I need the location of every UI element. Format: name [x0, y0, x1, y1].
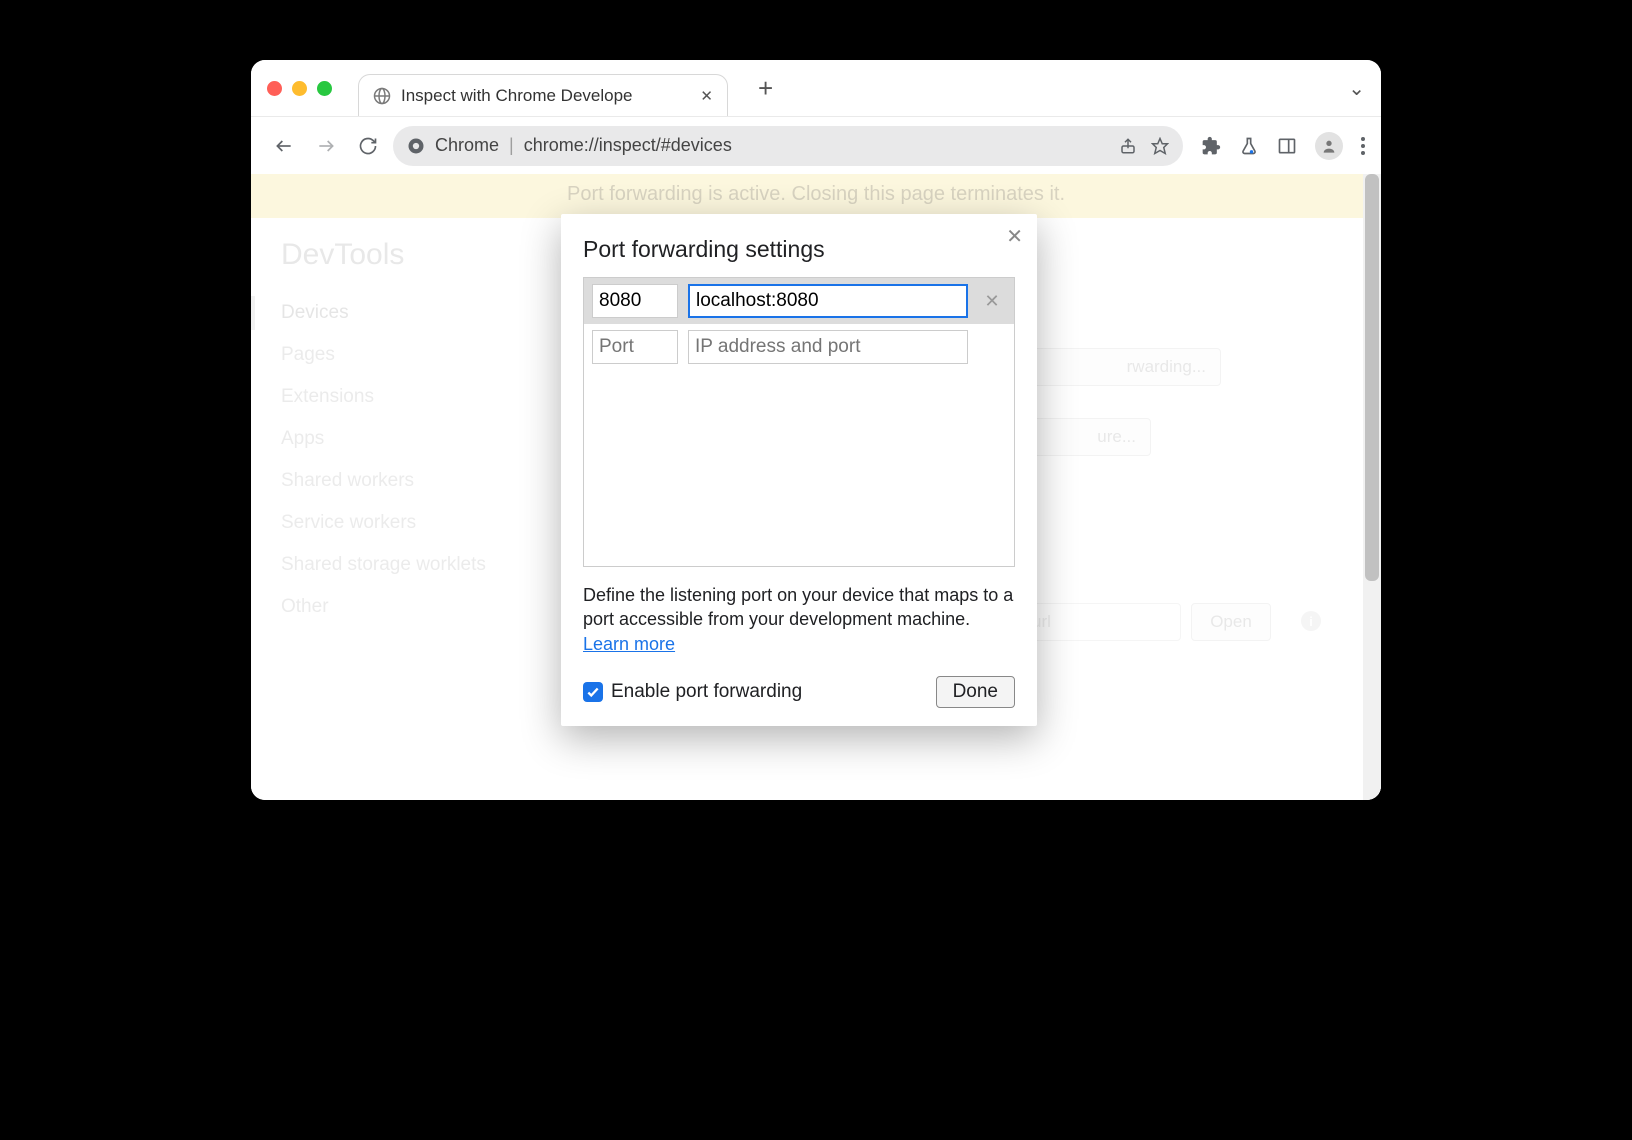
open-button[interactable]: Open — [1191, 603, 1271, 641]
extensions-icon[interactable] — [1201, 136, 1221, 156]
panel-icon[interactable] — [1277, 136, 1297, 156]
tab-strip: Inspect with Chrome Develope ✕ + ⌄ — [251, 60, 1381, 116]
browser-menu-icon[interactable] — [1361, 137, 1365, 155]
vertical-scrollbar[interactable] — [1363, 174, 1381, 800]
delete-rule-icon[interactable]: ✕ — [978, 291, 1006, 312]
checkbox-checked-icon — [583, 682, 603, 702]
port-input-placeholder[interactable] — [592, 330, 678, 364]
chrome-logo-icon — [407, 137, 425, 155]
sidebar-item-other[interactable]: Other — [281, 586, 541, 628]
devtools-sidebar: DevTools Devices Pages Extensions Apps S… — [251, 218, 541, 628]
close-window-button[interactable] — [267, 81, 282, 96]
learn-more-link[interactable]: Learn more — [583, 634, 675, 654]
share-icon[interactable] — [1119, 137, 1137, 155]
reload-button[interactable] — [351, 129, 385, 163]
sidebar-item-devices[interactable]: Devices — [281, 292, 541, 334]
globe-icon — [373, 87, 391, 105]
address-input-placeholder[interactable] — [688, 330, 968, 364]
enable-label: Enable port forwarding — [611, 681, 802, 703]
page-body: Port forwarding is active. Closing this … — [251, 174, 1381, 800]
info-icon[interactable]: i — [1301, 611, 1321, 631]
address-separator: | — [509, 135, 514, 156]
maximize-window-button[interactable] — [317, 81, 332, 96]
configure-button[interactable]: ure... — [1021, 418, 1151, 456]
new-tab-button[interactable]: + — [758, 73, 773, 104]
open-url-input[interactable]: url — [1021, 603, 1181, 641]
address-chip: Chrome — [435, 135, 499, 156]
sidebar-item-apps[interactable]: Apps — [281, 418, 541, 460]
port-forwarding-banner: Port forwarding is active. Closing this … — [251, 174, 1381, 218]
sidebar-item-shared-storage-worklets[interactable]: Shared storage worklets — [281, 544, 541, 586]
sidebar-item-shared-workers[interactable]: Shared workers — [281, 460, 541, 502]
dialog-footer: Enable port forwarding Done — [583, 676, 1015, 708]
port-input[interactable] — [592, 284, 678, 318]
close-tab-icon[interactable]: ✕ — [700, 87, 713, 105]
address-path: chrome://inspect/#devices — [524, 135, 732, 156]
sidebar-item-extensions[interactable]: Extensions — [281, 376, 541, 418]
person-icon — [1321, 138, 1337, 154]
toolbar-right-icons — [1201, 132, 1365, 160]
window-controls — [267, 81, 332, 96]
dialog-close-icon[interactable]: ✕ — [1006, 224, 1023, 249]
sidebar-item-pages[interactable]: Pages — [281, 334, 541, 376]
done-button[interactable]: Done — [936, 676, 1015, 708]
sidebar-item-service-workers[interactable]: Service workers — [281, 502, 541, 544]
browser-tab[interactable]: Inspect with Chrome Develope ✕ — [358, 74, 728, 116]
dialog-title: Port forwarding settings — [583, 236, 1015, 263]
bookmark-star-icon[interactable] — [1151, 137, 1169, 155]
browser-toolbar: Chrome | chrome://inspect/#devices — [251, 116, 1381, 174]
browser-window: Inspect with Chrome Develope ✕ + ⌄ Chrom… — [251, 60, 1381, 800]
forward-button[interactable] — [309, 129, 343, 163]
profile-avatar[interactable] — [1315, 132, 1343, 160]
labs-flask-icon[interactable] — [1239, 136, 1259, 156]
address-input[interactable] — [688, 284, 968, 318]
tab-title: Inspect with Chrome Develope — [401, 86, 690, 106]
sidebar-heading: DevTools — [281, 238, 541, 272]
tabs-chevron-icon[interactable]: ⌄ — [1348, 76, 1365, 101]
port-forwarding-dialog: ✕ Port forwarding settings ✕ ✕ Define th… — [561, 214, 1037, 726]
address-bar[interactable]: Chrome | chrome://inspect/#devices — [393, 126, 1183, 166]
port-rules-list: ✕ ✕ — [583, 277, 1015, 567]
minimize-window-button[interactable] — [292, 81, 307, 96]
port-rule-row-empty: ✕ — [584, 324, 1014, 370]
port-rule-row: ✕ — [584, 278, 1014, 324]
scrollbar-thumb[interactable] — [1365, 174, 1379, 581]
enable-port-forwarding-checkbox[interactable]: Enable port forwarding — [583, 681, 802, 703]
back-button[interactable] — [267, 129, 301, 163]
dialog-description: Define the listening port on your device… — [583, 583, 1015, 656]
port-forwarding-button[interactable]: rwarding... — [1021, 348, 1221, 386]
